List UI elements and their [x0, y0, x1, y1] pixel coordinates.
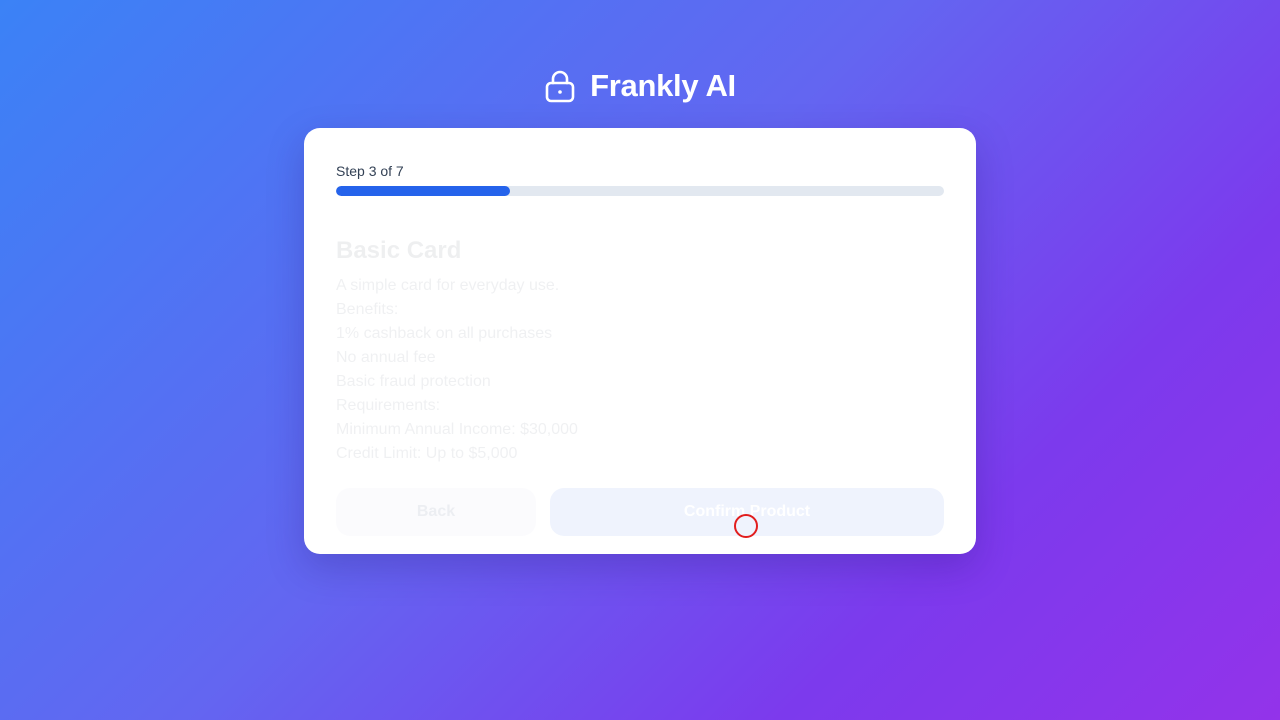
progress-bar-fill: [336, 186, 510, 196]
product-description: A simple card for everyday use.: [336, 277, 560, 294]
benefits-heading: Benefits:: [336, 301, 399, 318]
requirement-item: Minimum Annual Income: $30,000: [336, 421, 578, 438]
step-indicator: Step 3 of 7: [336, 163, 404, 179]
requirement-item: Credit Limit: Up to $5,000: [336, 445, 518, 462]
product-details: Basic Card A simple card for everyday us…: [336, 236, 944, 466]
product-card: Step 3 of 7 Basic Card A simple card for…: [304, 128, 976, 554]
card-actions: Back Confirm Product: [336, 488, 944, 536]
benefit-item: Basic fraud protection: [336, 373, 491, 390]
requirements-heading: Requirements:: [336, 397, 441, 414]
benefit-item: No annual fee: [336, 349, 436, 366]
benefit-item: 1% cashback on all purchases: [336, 325, 553, 342]
confirm-product-button[interactable]: Confirm Product: [550, 488, 944, 536]
product-title: Basic Card: [336, 237, 462, 264]
app-title: Frankly AI: [590, 68, 736, 103]
app-header: Frankly AI: [0, 66, 1280, 106]
progress-bar: [336, 186, 944, 196]
back-button[interactable]: Back: [336, 488, 536, 536]
lock-icon: [544, 68, 576, 104]
